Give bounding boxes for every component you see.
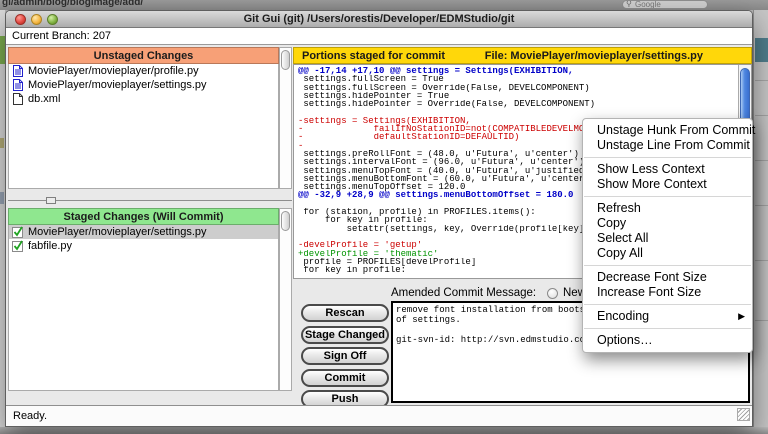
action-button-column: RescanStage ChangedSign OffCommitPush [301, 304, 389, 412]
diff-line-ctx [298, 108, 737, 116]
resize-grip[interactable] [737, 408, 750, 421]
file-path-label: db.xml [28, 93, 60, 105]
modified-file-icon[interactable] [12, 65, 24, 77]
new-commit-radio[interactable] [547, 288, 558, 299]
menu-separator [584, 157, 751, 158]
unstaged-scrollbar[interactable] [279, 47, 292, 189]
stage-changed-button[interactable]: Stage Changed [301, 326, 389, 344]
unstaged-file-row[interactable]: MoviePlayer/movieplayer/settings.py [9, 78, 278, 92]
plain-file-icon[interactable] [12, 93, 24, 105]
staged-file-row[interactable]: MoviePlayer/movieplayer/settings.py [9, 225, 278, 239]
window-title: Git Gui (git) /Users/orestis/Developer/E… [6, 11, 752, 28]
diff-line-hunk: @@ -17,14 +17,10 @@ settings = Settings(… [298, 67, 737, 75]
menu-item-unstage-line-from-commit[interactable]: Unstage Line From Commit [583, 138, 752, 153]
file-path-label: MoviePlayer/movieplayer/settings.py [28, 79, 207, 91]
staged-check-icon[interactable] [12, 226, 24, 238]
diff-line-ctx: settings.fullScreen = True [298, 75, 737, 83]
unstaged-horizontal-scrollbar-thumb[interactable] [46, 197, 56, 204]
staged-scrollbar[interactable] [279, 208, 292, 391]
unstaged-changes-header: Unstaged Changes [8, 47, 279, 64]
menu-separator [584, 196, 751, 197]
diff-line-ctx: settings.hidePointer = True [298, 92, 737, 100]
diff-line-ctx: settings.fullScreen = Override(False, DE… [298, 84, 737, 92]
menu-item-increase-font-size[interactable]: Increase Font Size [583, 285, 752, 300]
unstaged-horizontal-scrollbar[interactable] [8, 196, 292, 205]
background-address-text: gi/admin/blog/blogimage/add/ [2, 0, 143, 8]
menu-item-select-all[interactable]: Select All [583, 231, 752, 246]
background-window-edge-right [753, 10, 768, 434]
menu-item-copy-all[interactable]: Copy All [583, 246, 752, 261]
sign-off-button[interactable]: Sign Off [301, 347, 389, 365]
diff-line-ctx: settings.hidePointer = Override(False, D… [298, 100, 737, 108]
unstaged-file-list: MoviePlayer/movieplayer/profile.py MovieP… [8, 64, 279, 189]
staged-file-row[interactable]: fabfile.py [9, 239, 278, 253]
current-branch-bar: Current Branch: 207 [6, 28, 752, 45]
screen: gi/admin/blog/blogimage/add/ ⚲ Google Gi… [0, 0, 768, 434]
menu-separator [584, 328, 751, 329]
file-path-label: fabfile.py [28, 240, 72, 252]
status-bar: Ready. [6, 405, 752, 426]
menu-separator [584, 304, 751, 305]
unstaged-file-row[interactable]: db.xml [9, 92, 278, 106]
diff-header: Portions staged for commit File: MoviePl… [293, 47, 752, 64]
submenu-arrow-icon: ▶ [738, 309, 745, 324]
background-search-box: ⚲ Google [622, 0, 708, 9]
unstaged-scrollbar-thumb[interactable] [281, 50, 290, 70]
staged-scrollbar-thumb[interactable] [281, 211, 290, 231]
commit-button[interactable]: Commit [301, 369, 389, 387]
rescan-button[interactable]: Rescan [301, 304, 389, 322]
menu-item-encoding[interactable]: Encoding▶ [583, 309, 752, 324]
menu-item-decrease-font-size[interactable]: Decrease Font Size [583, 270, 752, 285]
menu-item-copy[interactable]: Copy [583, 216, 752, 231]
staged-file-list: MoviePlayer/movieplayer/settings.py fabfi… [8, 225, 279, 391]
background-window-edge-bottom [0, 427, 768, 434]
diff-header-file: File: MoviePlayer/movieplayer/settings.p… [485, 48, 703, 64]
menu-item-show-more-context[interactable]: Show More Context [583, 177, 752, 192]
menu-item-options[interactable]: Options… [583, 333, 752, 348]
menu-item-show-less-context[interactable]: Show Less Context [583, 162, 752, 177]
search-icon: ⚲ [626, 0, 632, 8]
diff-header-left: Portions staged for commit [302, 48, 445, 64]
modified-file-icon[interactable] [12, 79, 24, 91]
file-path-label: MoviePlayer/movieplayer/profile.py [28, 65, 199, 77]
menu-item-refresh[interactable]: Refresh [583, 201, 752, 216]
background-search-label: Google [635, 0, 661, 9]
background-browser-toolbar: gi/admin/blog/blogimage/add/ ⚲ Google [0, 0, 768, 10]
unstaged-file-row[interactable]: MoviePlayer/movieplayer/profile.py [9, 64, 278, 78]
file-path-label: MoviePlayer/movieplayer/settings.py [28, 226, 207, 238]
menu-item-unstage-hunk-from-commit[interactable]: Unstage Hunk From Commit [583, 123, 752, 138]
staged-changes-header: Staged Changes (Will Commit) [8, 208, 279, 225]
titlebar[interactable]: Git Gui (git) /Users/orestis/Developer/E… [6, 11, 752, 28]
menu-separator [584, 265, 751, 266]
staged-check-icon[interactable] [12, 240, 24, 252]
amended-commit-message-label: Amended Commit Message: [391, 287, 536, 299]
diff-context-menu: Unstage Hunk From CommitUnstage Line Fro… [582, 118, 753, 353]
